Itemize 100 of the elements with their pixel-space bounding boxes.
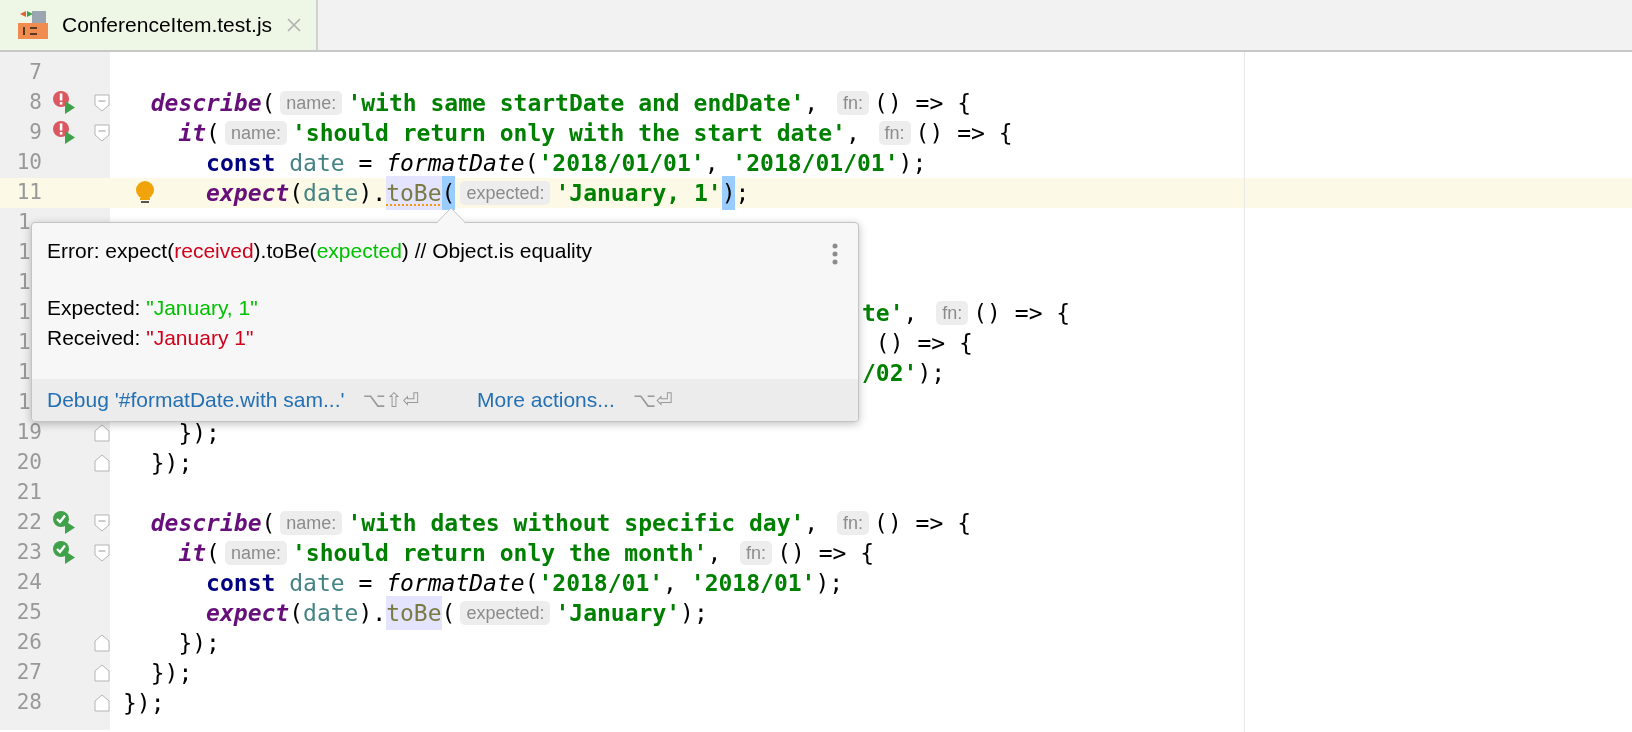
line-number: 22	[16, 509, 42, 537]
line-number: 1	[18, 269, 31, 297]
code-text: =	[358, 148, 374, 178]
code-text: ).	[358, 598, 387, 628]
parameter-hint: name:	[280, 511, 343, 535]
code-function: describe	[150, 88, 262, 118]
code-variable: date	[289, 148, 345, 178]
code-text: (	[206, 118, 220, 148]
code-string: te'	[862, 298, 904, 328]
code-string: '2018/01'	[538, 568, 664, 598]
fold-end-icon[interactable]	[94, 694, 110, 712]
shortcut-hint: ⌥⇧⏎	[362, 387, 420, 414]
code-string: 'January, 1'	[555, 178, 722, 208]
code-text: (	[289, 178, 304, 208]
line-number: 1	[18, 239, 31, 267]
code-text: (	[289, 598, 304, 628]
code-keyword: const	[206, 568, 277, 598]
line-number: 7	[29, 59, 42, 87]
line-number: 23	[16, 539, 42, 567]
line-number: 1	[18, 209, 31, 237]
code-string: 'with same startDate and endDate'	[347, 88, 805, 118]
line-number: 8	[29, 89, 42, 117]
test-failed-icon[interactable]	[52, 120, 78, 146]
code-string: 'should return only the month'	[292, 538, 708, 568]
code-text: () => {	[973, 298, 1071, 328]
line-number: 28	[16, 689, 42, 717]
code-text: () => {	[777, 538, 875, 568]
code-text: (	[206, 538, 220, 568]
parameter-hint: name:	[224, 541, 287, 565]
code-string: '2018/01/01'	[538, 148, 705, 178]
code-text: () => {	[875, 328, 973, 358]
code-text: ).	[358, 178, 387, 208]
code-text: });	[150, 448, 193, 478]
parameter-hint: fn:	[740, 541, 773, 565]
test-passed-icon[interactable]	[52, 540, 78, 566]
code-text: });	[178, 418, 220, 448]
line-number: 10	[16, 149, 42, 177]
close-icon[interactable]	[286, 17, 303, 33]
code-text: (	[261, 88, 276, 118]
line-number: 9	[29, 119, 42, 147]
line-number: 1	[18, 329, 31, 357]
code-string: /02'	[862, 358, 918, 388]
fold-end-icon[interactable]	[94, 424, 110, 442]
error-detail: Expected: "January, 1"	[47, 295, 259, 321]
code-text: ,	[804, 508, 820, 538]
code-text: () => {	[915, 118, 1013, 148]
more-options-icon[interactable]	[832, 243, 838, 265]
parameter-hint: name:	[280, 91, 343, 115]
code-text: () => {	[874, 508, 971, 538]
line-number: 25	[16, 599, 42, 627]
code-function: it	[178, 538, 207, 568]
code-text: (	[524, 148, 539, 178]
code-variable: date	[303, 598, 359, 628]
action-link[interactable]: More actions...	[477, 384, 615, 416]
lightbulb-icon[interactable]	[134, 181, 156, 205]
code-function: expect	[206, 598, 290, 628]
file-tab[interactable]: ConferenceItem.test.js	[0, 0, 317, 50]
code-variable: date	[289, 568, 345, 598]
code-text: });	[123, 688, 165, 718]
line-number: 20	[16, 449, 42, 477]
code-text: ,	[707, 538, 723, 568]
code-string: 'with dates without specific day'	[347, 508, 805, 538]
code-text: );	[680, 598, 708, 628]
line-number: 11	[16, 179, 42, 207]
code-text: (	[524, 568, 539, 598]
code-string: '2018/01'	[690, 568, 816, 598]
code-text: ,	[804, 88, 820, 118]
parameter-hint: expected:	[460, 181, 551, 205]
code-text: ;	[735, 178, 750, 208]
code-text: ,	[704, 148, 720, 178]
fold-icon[interactable]	[94, 544, 110, 562]
code-function: it	[178, 118, 207, 148]
matched-brace: )	[721, 175, 736, 211]
fold-end-icon[interactable]	[94, 664, 110, 682]
shortcut-hint: ⌥⏎	[632, 387, 673, 414]
code-method: toBe	[386, 175, 442, 211]
action-link[interactable]: Debug '#formatDate.with sam...'	[47, 384, 345, 416]
code-text: (	[441, 598, 456, 628]
test-failed-icon[interactable]	[52, 90, 78, 116]
code-string: '2018/01/01'	[732, 148, 899, 178]
line-number: 26	[16, 629, 42, 657]
fold-icon[interactable]	[94, 94, 110, 112]
code-variable: date	[303, 178, 359, 208]
test-passed-icon[interactable]	[52, 510, 78, 536]
fold-icon[interactable]	[94, 124, 110, 142]
parameter-hint: fn:	[936, 301, 969, 325]
line-number: 24	[16, 569, 42, 597]
line-number: 21	[16, 479, 42, 507]
parameter-hint: name:	[224, 121, 287, 145]
error-message: Error: expect(received).toBe(expected) // Object.is equality	[47, 238, 593, 264]
code-text: () => {	[874, 88, 971, 118]
code-string: 'should return only with the start date'	[292, 118, 846, 148]
fold-icon[interactable]	[94, 514, 110, 532]
parameter-hint: fn:	[837, 511, 870, 535]
line-number: 1	[18, 389, 31, 417]
code-text: );	[917, 358, 946, 388]
tab-title: ConferenceItem.test.js	[62, 12, 273, 39]
js-file-icon	[18, 10, 48, 40]
fold-end-icon[interactable]	[94, 634, 110, 652]
fold-end-icon[interactable]	[94, 454, 110, 472]
